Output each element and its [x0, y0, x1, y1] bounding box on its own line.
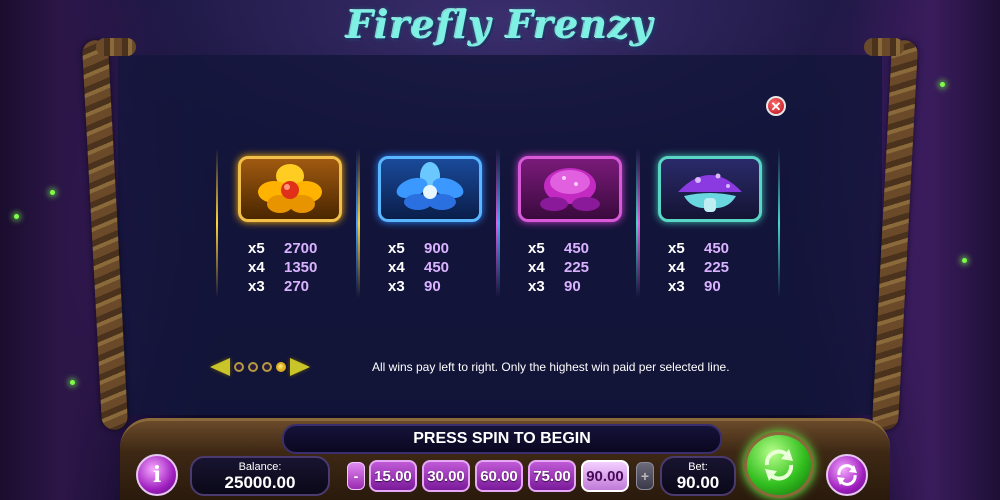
pay-amount: 2700 — [284, 240, 318, 257]
pay-multiplier: x5 — [388, 240, 405, 257]
firefly-glow — [70, 380, 75, 385]
balance-value: 25000.00 — [224, 473, 296, 492]
pay-row: x5 450 — [668, 240, 758, 259]
column-divider — [636, 148, 638, 298]
bet-decrease-button[interactable]: - — [347, 462, 365, 490]
firefly-glow — [50, 190, 55, 195]
bet-increase-button[interactable]: + — [636, 462, 654, 490]
page-dot[interactable] — [248, 362, 258, 372]
pay-amount: 1350 — [284, 259, 318, 276]
pay-amount: 270 — [284, 278, 310, 295]
pay-amount: 450 — [704, 240, 730, 257]
bet-display: Bet: 90.00 — [660, 456, 736, 496]
pay-multiplier: x4 — [388, 259, 405, 276]
bet-option-selected[interactable]: 90.00 — [581, 460, 629, 492]
spin-arrows-icon — [764, 449, 794, 481]
bet-selector: 15.00 30.00 60.00 75.00 90.00 — [369, 460, 629, 492]
autoplay-icon — [837, 464, 857, 486]
bet-label: Bet: — [688, 461, 708, 473]
pay-amount: 90 — [564, 278, 581, 295]
bet-option[interactable]: 60.00 — [475, 460, 523, 492]
pay-multiplier: x5 — [668, 240, 685, 257]
paytable-pager — [210, 358, 310, 376]
pay-multiplier: x5 — [528, 240, 545, 257]
purple-mushroom-symbol — [658, 156, 762, 222]
bet-option[interactable]: 75.00 — [528, 460, 576, 492]
pay-amount: 900 — [424, 240, 450, 257]
page-dot[interactable] — [234, 362, 244, 372]
golden-flower-symbol — [238, 156, 342, 222]
pay-row: x3 90 — [388, 278, 478, 297]
close-icon: ✕ — [770, 98, 782, 114]
balance-label: Balance: — [238, 461, 282, 473]
blue-lotus-symbol — [378, 156, 482, 222]
pay-amount: 450 — [424, 259, 450, 276]
close-paytable-button[interactable]: ✕ — [766, 96, 786, 116]
next-page-arrow-icon[interactable] — [290, 358, 310, 376]
pay-row: x3 90 — [668, 278, 758, 297]
purple-mushroom-icon — [678, 173, 742, 212]
previous-page-arrow-icon[interactable] — [210, 358, 230, 376]
column-divider — [496, 148, 498, 298]
pay-amount: 90 — [424, 278, 441, 295]
page-dot[interactable] — [262, 362, 272, 372]
pay-row: x3 90 — [528, 278, 618, 297]
paytable-rules-text: All wins pay left to right. Only the hig… — [372, 360, 730, 374]
column-divider — [216, 148, 218, 298]
firefly-glow — [940, 82, 945, 87]
spin-button[interactable] — [744, 432, 814, 498]
pay-multiplier: x3 — [668, 278, 685, 295]
firefly-glow — [962, 258, 967, 263]
bet-option[interactable]: 30.00 — [422, 460, 470, 492]
game-logo: Firefly Frenzy — [346, 2, 654, 47]
pay-amount: 225 — [704, 259, 730, 276]
pay-values: x5 450 x4 225 x3 90 — [668, 240, 758, 297]
column-divider — [778, 148, 780, 298]
pay-row: x3 270 — [248, 278, 338, 297]
firefly-glow — [14, 214, 19, 219]
pay-multiplier: x3 — [388, 278, 405, 295]
info-icon: i — [152, 462, 162, 488]
pay-multiplier: x4 — [528, 259, 545, 276]
column-divider — [356, 148, 358, 298]
pay-multiplier: x5 — [248, 240, 265, 257]
pay-multiplier: x3 — [248, 278, 265, 295]
pay-multiplier: x3 — [528, 278, 545, 295]
pay-values: x5 450 x4 225 x3 90 — [528, 240, 618, 297]
pay-row: x4 1350 — [248, 259, 338, 278]
page-dot-active[interactable] — [276, 362, 286, 372]
pink-bud-symbol — [518, 156, 622, 222]
pay-amount: 90 — [704, 278, 721, 295]
pay-row: x5 2700 — [248, 240, 338, 259]
paytable-column-pink-bud: x5 450 x4 225 x3 90 — [496, 148, 640, 298]
pay-amount: 450 — [564, 240, 590, 257]
paytable-column-golden-flower: x5 2700 x4 1350 x3 270 — [216, 148, 360, 298]
paytable-column-purple-mushroom: x5 450 x4 225 x3 90 — [636, 148, 780, 298]
pay-row: x5 450 — [528, 240, 618, 259]
bet-option[interactable]: 15.00 — [369, 460, 417, 492]
status-message: PRESS SPIN TO BEGIN — [282, 424, 722, 454]
bet-value: 90.00 — [676, 473, 720, 492]
pay-row: x5 900 — [388, 240, 478, 259]
pay-values: x5 2700 x4 1350 x3 270 — [248, 240, 338, 297]
info-button[interactable]: i — [136, 454, 178, 496]
pay-values: x5 900 x4 450 x3 90 — [388, 240, 478, 297]
pink-bud-icon — [540, 168, 600, 211]
balance-display: Balance: 25000.00 — [190, 456, 330, 496]
pay-multiplier: x4 — [668, 259, 685, 276]
pay-row: x4 225 — [668, 259, 758, 278]
paytable-column-blue-lotus: x5 900 x4 450 x3 90 — [356, 148, 500, 298]
autoplay-button[interactable] — [826, 454, 868, 496]
pay-amount: 225 — [564, 259, 590, 276]
pay-multiplier: x4 — [248, 259, 265, 276]
blue-lotus-icon — [396, 162, 464, 210]
pay-row: x4 450 — [388, 259, 478, 278]
pay-row: x4 225 — [528, 259, 618, 278]
golden-flower-icon — [258, 164, 322, 213]
